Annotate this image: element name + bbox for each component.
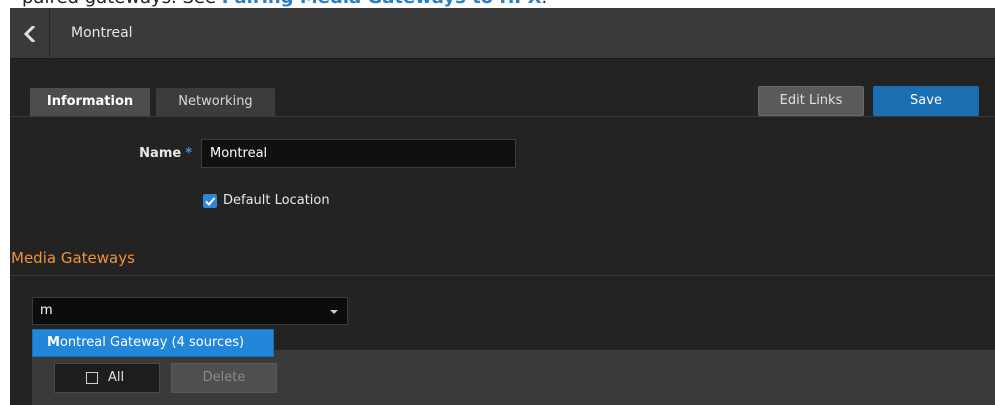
title-bar: Montreal [10,8,995,59]
required-marker: * [185,146,192,161]
option-match-text: M [47,335,60,350]
save-button[interactable]: Save [873,86,979,116]
select-all-toggle[interactable]: All [54,363,160,393]
default-location-label: Default Location [223,193,330,208]
checkmark-icon [205,197,216,206]
doc-text-before: paired gateways. See [22,0,222,8]
back-button[interactable] [10,8,50,59]
doc-text-after: . [541,0,547,8]
delete-button[interactable]: Delete [171,363,277,393]
doc-link[interactable]: Pairing Media Gateways to HPX [222,0,542,8]
name-field-label: Name * [120,145,192,163]
select-all-label: All [108,370,125,385]
edit-links-button[interactable]: Edit Links [758,86,864,116]
gateway-list-panel: All Delete [32,350,995,405]
dropdown-option-montreal-gateway[interactable]: Montreal Gateway (4 sources) [32,329,274,357]
tab-bar: Information Networking Edit Links Save [10,59,995,117]
name-input[interactable] [201,139,516,168]
gateway-search-value: m [40,303,53,318]
tab-networking[interactable]: Networking [156,88,275,116]
media-gateways-heading: Media Gateways [10,246,995,276]
tab-information[interactable]: Information [30,88,150,116]
select-all-checkbox[interactable] [86,372,98,384]
doc-text-line: paired gateways. See Pairing Media Gatew… [22,0,547,8]
gateway-search-select[interactable]: m [32,297,348,325]
page-title: Montreal [71,25,133,41]
default-location-checkbox[interactable] [203,194,217,208]
name-label-text: Name [139,146,182,161]
option-rest-text: ontreal Gateway (4 sources) [59,335,245,350]
chevron-left-icon [23,25,35,42]
location-editor: Montreal Information Networking Edit Lin… [10,8,995,405]
caret-down-icon[interactable] [330,310,338,314]
